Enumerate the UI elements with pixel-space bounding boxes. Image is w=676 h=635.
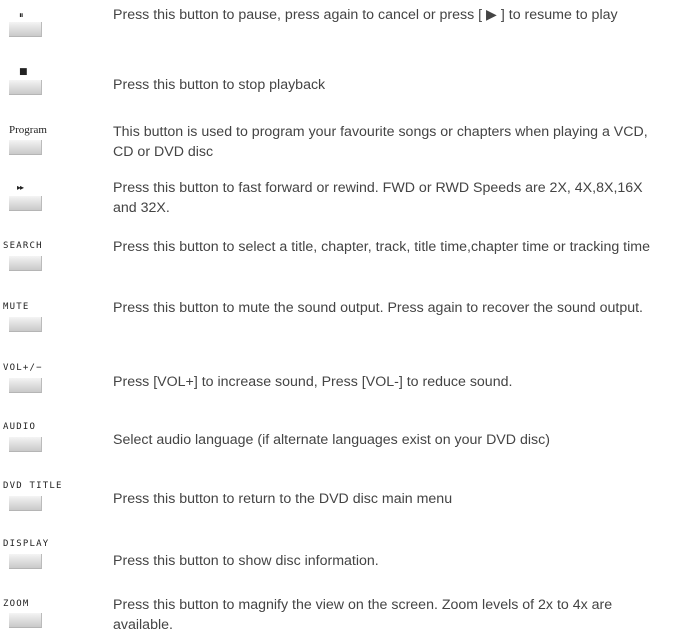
- search-description: Press this button to select a title, cha…: [113, 239, 650, 255]
- audio-button[interactable]: [9, 437, 42, 452]
- program-description: This button is used to program your favo…: [113, 124, 648, 160]
- fast-forward-icon: ▸▸: [17, 183, 24, 192]
- display-label: DISPLAY: [3, 539, 50, 549]
- search-button[interactable]: [9, 256, 42, 271]
- stop-icon: ■: [19, 67, 27, 77]
- display-button[interactable]: [9, 554, 42, 569]
- zoom-description: Press this button to magnify the view on…: [113, 597, 613, 633]
- audio-description: Select audio language (if alternate lang…: [113, 432, 550, 448]
- stop-description: Press this button to stop playback: [113, 77, 326, 93]
- fast-forward-button[interactable]: [9, 196, 42, 211]
- volume-description: Press [VOL+] to increase sound, Press [V…: [113, 374, 513, 390]
- manual-page: { "rows": [ {"symbol": "\u23f8", "label"…: [0, 0, 676, 635]
- volume-label: VOL+/−: [3, 363, 43, 373]
- volume-button[interactable]: [9, 378, 42, 393]
- display-description: Press this button to show disc informati…: [113, 553, 379, 569]
- program-label: Program: [9, 124, 47, 136]
- program-button[interactable]: [9, 140, 42, 155]
- mute-button[interactable]: [9, 317, 42, 332]
- stop-button[interactable]: [9, 80, 42, 95]
- search-label: SEARCH: [3, 241, 43, 251]
- mute-description: Press this button to mute the sound outp…: [113, 300, 643, 316]
- dvd-title-button[interactable]: [9, 496, 42, 511]
- pause-icon: ⏸: [19, 11, 23, 21]
- pause-button[interactable]: [9, 22, 42, 37]
- fast-forward-description: Press this button to fast forward or rew…: [113, 180, 643, 216]
- pause-description: Press this button to pause, press again …: [113, 7, 618, 23]
- zoom-button[interactable]: [9, 613, 42, 628]
- audio-label: AUDIO: [3, 422, 37, 432]
- dvd-title-label: DVD TITLE: [3, 481, 63, 491]
- mute-label: MUTE: [3, 302, 30, 312]
- zoom-label: ZOOM: [3, 599, 30, 609]
- dvd-title-description: Press this button to return to the DVD d…: [113, 491, 453, 507]
